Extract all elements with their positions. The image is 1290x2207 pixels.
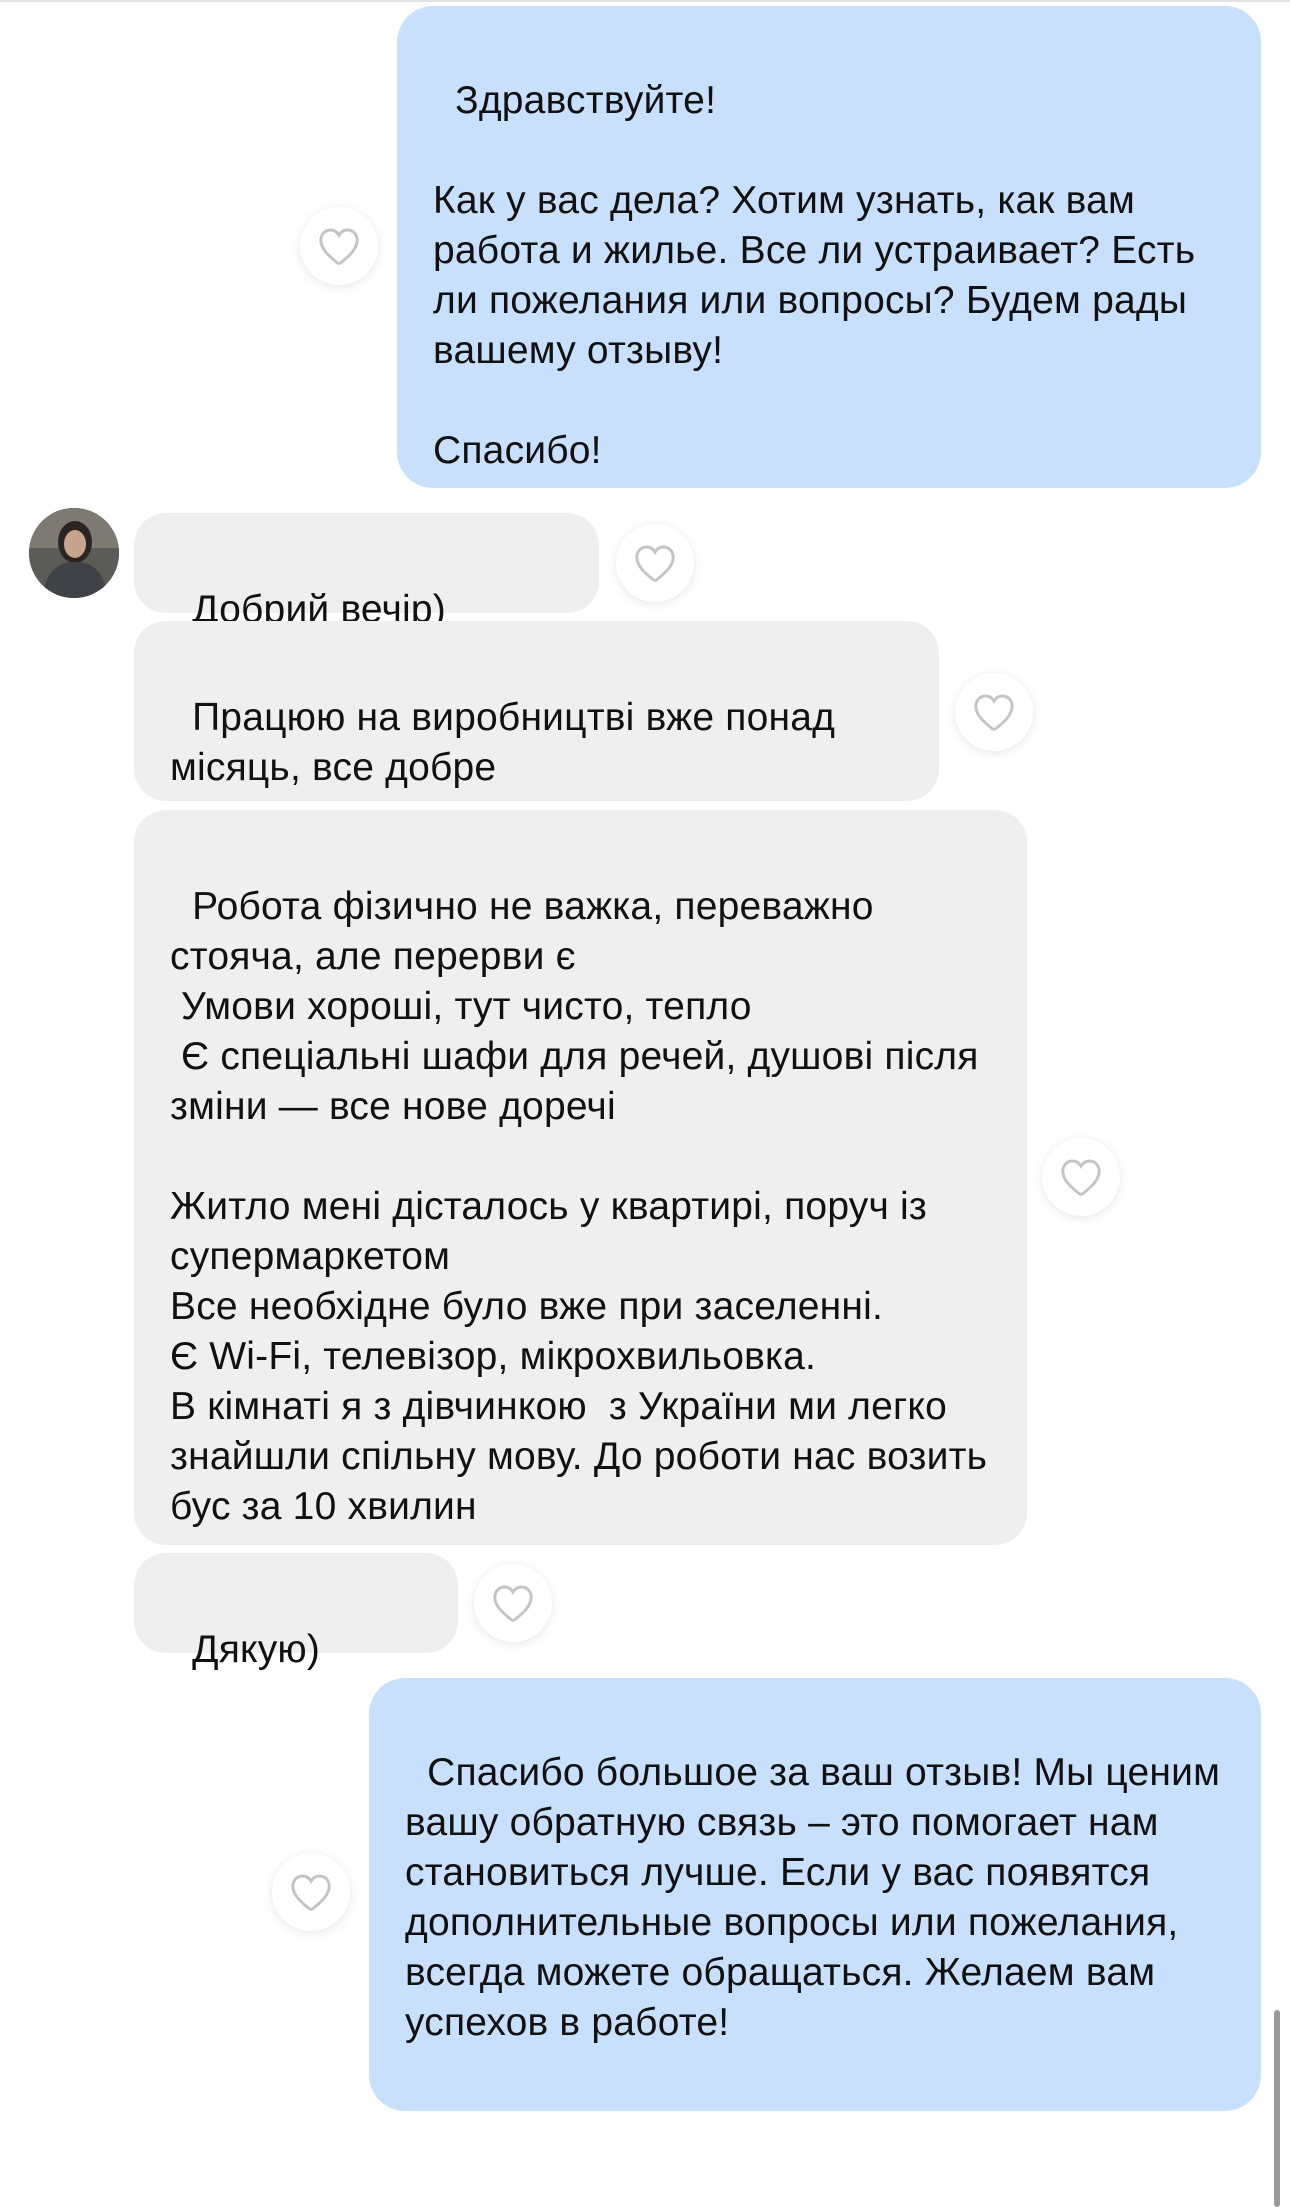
message-bubble-outgoing[interactable]: Здравствуйте! Как у вас дела? Хотим узна… [397, 6, 1261, 488]
like-button[interactable] [300, 207, 378, 285]
message-text: Здравствуйте! Как у вас дела? Хотим узна… [433, 79, 1196, 472]
message-bubble-outgoing[interactable]: Спасибо большое за ваш отзыв! Мы ценим в… [369, 1678, 1261, 2111]
scrollbar[interactable] [1274, 2010, 1280, 2207]
heart-outline-icon [633, 543, 677, 583]
like-button[interactable] [1042, 1138, 1120, 1216]
message-bubble-incoming[interactable]: Робота фізично не важка, переважно стояч… [134, 810, 1027, 1545]
message-text: Спасибо большое за ваш отзыв! Мы ценим в… [405, 1751, 1232, 2044]
like-button[interactable] [616, 524, 694, 602]
message-text: Робота фізично не важка, переважно стояч… [170, 885, 988, 1528]
heart-outline-icon [491, 1583, 535, 1623]
heart-outline-icon [317, 226, 361, 266]
message-bubble-incoming[interactable]: Добрий вечір) [134, 513, 599, 631]
heart-outline-icon [972, 692, 1016, 732]
message-bubble-incoming[interactable]: Дякую) [134, 1553, 458, 1671]
message-bubble-incoming[interactable]: Працюю на виробництві вже понад місяць, … [134, 621, 939, 801]
message-text: Працюю на виробництві вже понад місяць, … [170, 696, 847, 789]
like-button[interactable] [955, 673, 1033, 751]
contact-avatar[interactable] [29, 508, 119, 598]
like-button[interactable] [474, 1564, 552, 1642]
like-button[interactable] [272, 1853, 350, 1931]
message-text: Дякую) [192, 1628, 321, 1671]
heart-outline-icon [289, 1872, 333, 1912]
heart-outline-icon [1059, 1157, 1103, 1197]
top-divider [0, 0, 1290, 2]
